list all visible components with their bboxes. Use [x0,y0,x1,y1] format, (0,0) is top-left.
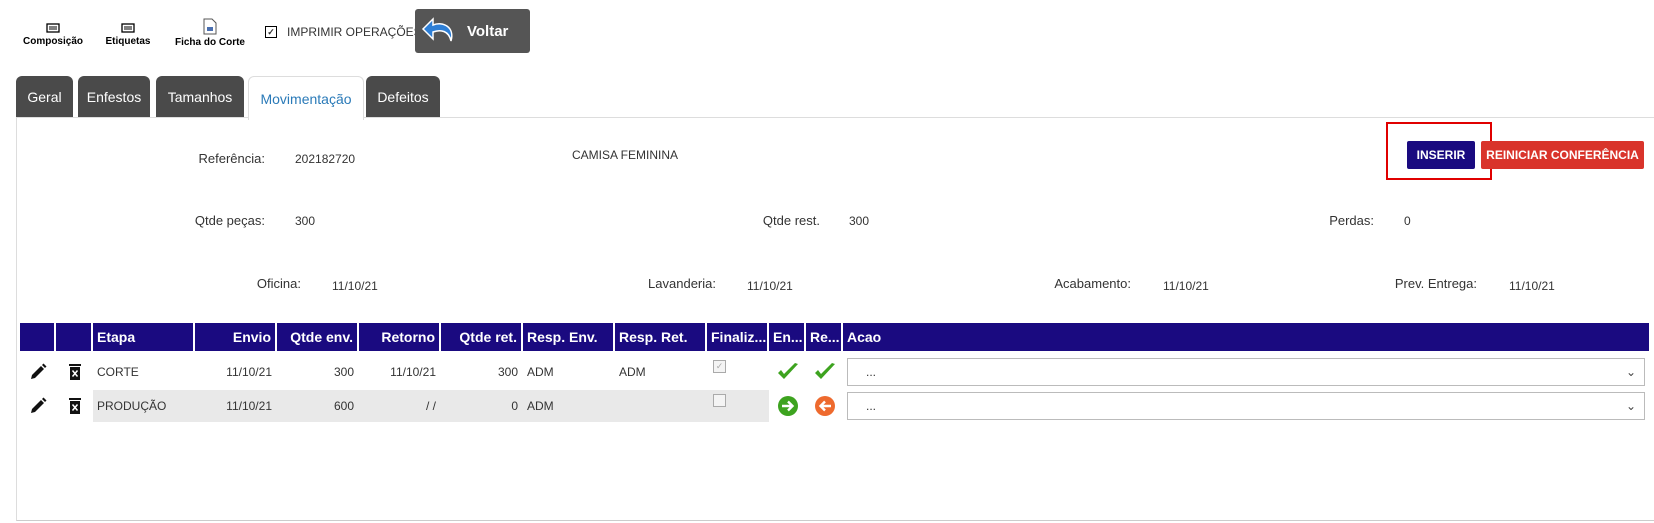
table-row-1-qtde-ret: 300 [497,365,518,379]
table-row-2-etapa: PRODUÇÃO [93,390,195,422]
table-row-1-edit[interactable] [20,356,56,388]
trash-icon[interactable] [68,363,82,381]
qtde-pecas-value: 300 [295,214,316,228]
col-header-delete [56,323,93,351]
table-row-2-resp-ret [615,390,707,422]
table-row-1-retorno: 11/10/21 [390,365,436,379]
ficha-corte-button[interactable]: Ficha do Corte [170,18,250,48]
tab-label: Geral [27,89,62,105]
pencil-icon[interactable] [29,363,47,381]
inserir-button[interactable]: INSERIR [1407,141,1475,169]
table-row-2-qtde-env: 600 [277,390,359,422]
tab-label: Tamanhos [167,89,233,105]
table-row-1-etapa: CORTE [97,365,139,379]
checkmark-icon [777,363,798,379]
printer-icon [46,23,60,33]
col-header-finalizado[interactable]: Finaliz... [707,323,769,351]
acabamento-label: Acabamento: [1054,276,1131,291]
table-row-2-delete[interactable] [56,390,93,422]
table-row-2-envio: 11/10/21 [195,390,277,422]
table-row-2-acao-select[interactable]: ... ⌄ [847,392,1645,420]
perdas-value: 0 [1404,214,1411,228]
oficina-value: 11/10/21 [332,279,378,293]
table-row-1-acao-select[interactable]: ... ⌄ [847,358,1645,386]
composicao-label: Composição [22,36,83,47]
back-arrow-icon [421,17,453,42]
lavanderia-value: 11/10/21 [747,279,793,293]
table-row-2-resp-env: ADM [523,390,615,422]
acabamento-value: 11/10/21 [1163,279,1209,293]
col-header-envio[interactable]: Envio [195,323,277,351]
chevron-down-icon: ⌄ [1625,365,1636,379]
tab-tamanhos[interactable]: Tamanhos [156,76,244,118]
arrow-left-circle-icon[interactable] [814,395,836,417]
col-header-resp-ret[interactable]: Resp. Ret. [615,323,707,351]
pencil-icon[interactable] [29,397,47,415]
col-header-qtde-ret[interactable]: Qtde ret. [441,323,523,351]
voltar-label: Voltar [467,22,509,40]
table-row-1-delete[interactable] [56,356,93,388]
col-header-acao[interactable]: Acao [843,323,1649,351]
table-row-1-resp-ret: ADM [619,365,646,379]
voltar-button[interactable]: Voltar [415,9,530,53]
table-row-2-retorno-action[interactable] [806,390,843,422]
col-header-etapa[interactable]: Etapa [93,323,195,351]
tab-movimentacao[interactable]: Movimentação [248,76,364,120]
table-row-2-edit[interactable] [20,390,56,422]
oficina-label: Oficina: [256,276,301,291]
descricao-value: CAMISA FEMININA [572,148,679,162]
tab-enfestos[interactable]: Enfestos [78,76,150,118]
checkbox-checked-icon[interactable]: ✓ [265,26,277,38]
checkbox-checked-icon: ✓ [713,360,726,373]
checkbox-unchecked-icon [713,394,726,407]
table-row-2-finalizado [707,390,769,422]
reiniciar-conferencia-button[interactable]: REINICIAR CONFERÊNCIA [1481,141,1644,169]
col-header-envio-status[interactable]: En... [769,323,806,351]
etiquetas-button[interactable]: Etiquetas [98,22,158,47]
tab-defeitos[interactable]: Defeitos [366,76,440,118]
col-header-resp-env[interactable]: Resp. Env. [523,323,615,351]
col-header-qtde-env[interactable]: Qtde env. [277,323,359,351]
arrow-right-circle-icon[interactable] [777,395,799,417]
lavanderia-label: Lavanderia: [648,276,716,291]
acao-select-value: ... [866,365,877,379]
qtde-rest-label: Qtde rest. [762,213,820,228]
referencia-value: 202182720 [295,152,356,166]
table-row-1-retorno-status [806,356,843,388]
ficha-corte-label: Ficha do Corte [174,37,245,48]
chevron-down-icon: ⌄ [1625,399,1636,413]
printer-icon [121,23,135,33]
trash-icon[interactable] [68,397,82,415]
qtde-pecas-label: Qtde peças: [194,213,265,228]
composicao-button[interactable]: Composição [18,22,88,47]
tab-label: Enfestos [86,89,142,105]
qtde-rest-value: 300 [849,214,870,228]
table-row-1-resp-env: ADM [527,365,554,379]
table-row-1-qtde-env: 300 [333,365,354,379]
acao-select-value: ... [866,399,877,413]
table-row-1-envio-status [769,356,806,388]
table-row-2-retorno: / / [359,390,441,422]
checkmark-icon [814,363,835,379]
imprimir-operacoes-toggle[interactable]: ✓ IMPRIMIR OPERAÇÕES [265,25,422,39]
perdas-label: Perdas: [1329,213,1374,228]
tab-geral[interactable]: Geral [16,76,73,118]
tab-label: Defeitos [377,89,429,105]
table-row-2-envio-action[interactable] [769,390,806,422]
prev-entrega-value: 11/10/21 [1509,279,1555,293]
tab-label: Movimentação [260,90,352,107]
col-header-retorno[interactable]: Retorno [359,323,441,351]
col-header-retorno-status[interactable]: Re... [806,323,843,351]
imprimir-operacoes-label: IMPRIMIR OPERAÇÕES [287,25,422,39]
document-icon [203,18,217,35]
table-row-1-envio: 11/10/21 [226,365,272,379]
table-row-1-finalizado: ✓ [707,356,769,388]
prev-entrega-label: Prev. Entrega: [1394,276,1477,291]
referencia-label: Referência: [198,151,265,166]
col-header-edit [20,323,56,351]
table-row-2-qtde-ret: 0 [441,390,523,422]
etiquetas-label: Etiquetas [105,36,151,47]
